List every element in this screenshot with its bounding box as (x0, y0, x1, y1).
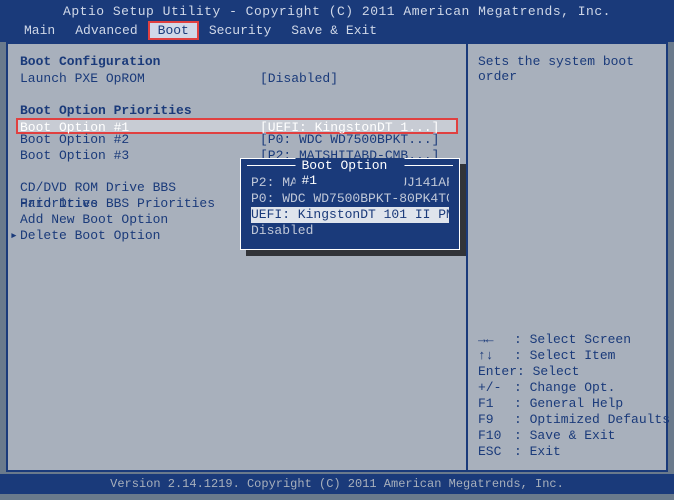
boot-option-3-label: Boot Option #3 (20, 148, 260, 164)
menu-main[interactable]: Main (14, 23, 65, 38)
help-key-arrows-v: ↑↓ (478, 348, 514, 364)
hdd-bbs-label: Hard Drive BBS Priorities (20, 196, 260, 212)
add-boot-label: Add New Boot Option (20, 212, 260, 228)
caret-right-icon: ▸ (10, 228, 18, 244)
delete-boot-label: Delete Boot Option (20, 228, 260, 244)
help-key-f10: F10 (478, 428, 514, 444)
header-bar: Aptio Setup Utility - Copyright (C) 2011… (0, 0, 674, 42)
popup-title: Boot Option #1 (296, 158, 405, 188)
boot-config-title: Boot Configuration (20, 54, 454, 69)
help-key-f9: F9 (478, 412, 514, 428)
top-menu: Main Advanced Boot Security Save & Exit (8, 21, 666, 38)
help-val-4: : Change Opt. (514, 380, 615, 396)
popup-option-3[interactable]: UEFI: KingstonDT 101 II PMAP (251, 207, 449, 223)
help-val-1: : Select Screen (514, 332, 631, 348)
boot-option-2-row[interactable]: Boot Option #2 [P0: WDC WD7500BPKT...] (20, 132, 454, 148)
popup-option-2[interactable]: P0: WDC WD7500BPKT-80PK4T0 (251, 191, 449, 207)
boot-option-2-label: Boot Option #2 (20, 132, 260, 148)
launch-pxe-row[interactable]: Launch PXE OpROM [Disabled] (20, 71, 454, 87)
help-key-plusminus: +/- (478, 380, 514, 396)
boot-option-popup: Boot Option #1 P2: MATSHITABD-CMB UJ141A… (240, 158, 460, 250)
help-val-8: : Exit (514, 444, 561, 460)
menu-save-exit[interactable]: Save & Exit (281, 23, 387, 38)
popup-option-4[interactable]: Disabled (251, 223, 449, 239)
help-keys: →←: Select Screen ↑↓: Select Item Enter:… (478, 332, 656, 460)
help-description: Sets the system boot order (478, 54, 656, 84)
right-panel: Sets the system boot order →←: Select Sc… (468, 44, 666, 470)
boot-option-1-value: [UEFI: KingstonDT 1...] (260, 120, 439, 132)
help-key-esc: ESC (478, 444, 514, 460)
launch-pxe-value: [Disabled] (260, 71, 338, 87)
help-val-7: : Save & Exit (514, 428, 615, 444)
cddvd-bbs-label: CD/DVD ROM Drive BBS Priorities (20, 180, 260, 196)
menu-boot[interactable]: Boot (148, 21, 199, 40)
boot-priorities-title: Boot Option Priorities (20, 103, 454, 118)
help-val-3: : Select (517, 364, 579, 380)
left-panel: Boot Configuration Launch PXE OpROM [Dis… (8, 44, 468, 470)
boot-option-1-label: Boot Option #1 (20, 120, 260, 132)
help-key-arrows-h: →← (478, 332, 514, 348)
help-key-f1: F1 (478, 396, 514, 412)
bios-screen: Aptio Setup Utility - Copyright (C) 2011… (0, 0, 674, 500)
launch-pxe-label: Launch PXE OpROM (20, 71, 260, 87)
content-frame: Boot Configuration Launch PXE OpROM [Dis… (6, 42, 668, 472)
boot-option-2-value: [P0: WDC WD7500BPKT...] (260, 132, 439, 148)
menu-advanced[interactable]: Advanced (65, 23, 147, 38)
help-key-enter: Enter (478, 364, 517, 380)
help-val-2: : Select Item (514, 348, 615, 364)
help-val-5: : General Help (514, 396, 623, 412)
help-val-6: : Optimized Defaults (514, 412, 670, 428)
footer-version: Version 2.14.1219. Copyright (C) 2011 Am… (0, 474, 674, 494)
app-title: Aptio Setup Utility - Copyright (C) 2011… (8, 4, 666, 21)
menu-security[interactable]: Security (199, 23, 281, 38)
